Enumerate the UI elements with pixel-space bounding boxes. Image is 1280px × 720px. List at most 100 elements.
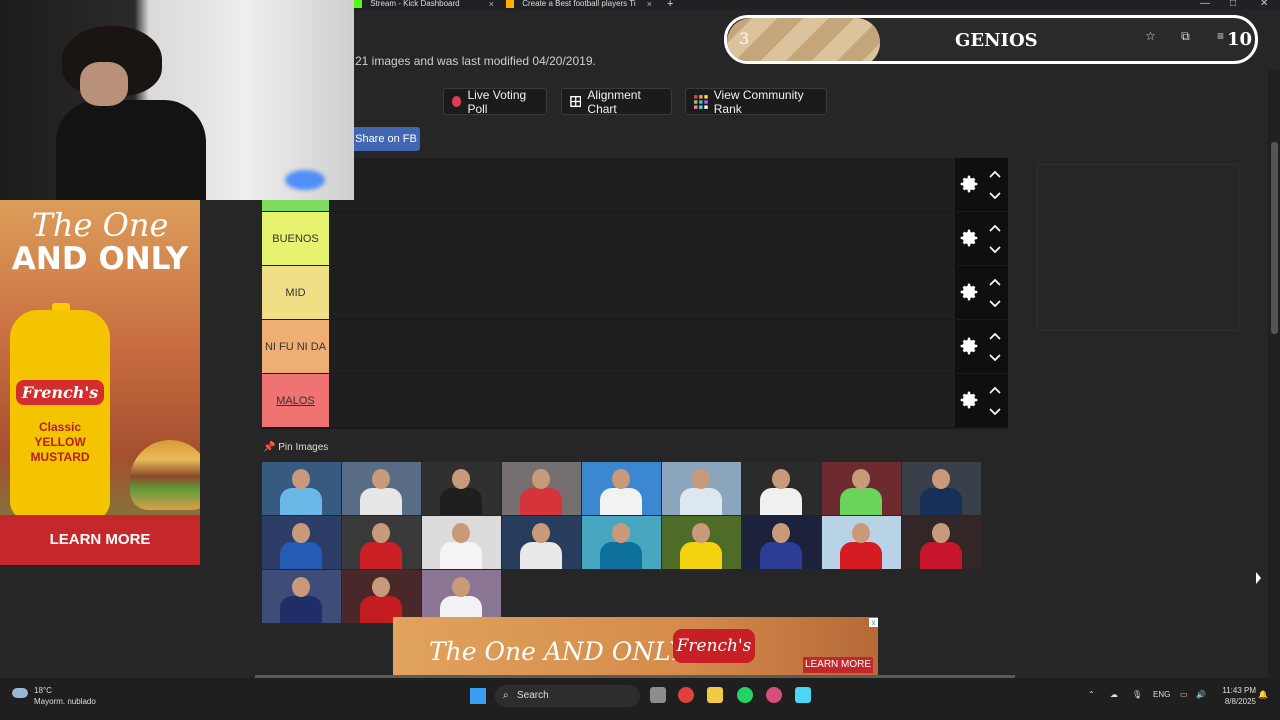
notification-bell-icon[interactable]: 🔔 — [1258, 690, 1268, 699]
whatsapp-icon[interactable] — [737, 687, 753, 703]
alignment-chart-label: Alignment Chart — [587, 87, 641, 116]
volume-icon[interactable]: 🔊 — [1196, 690, 1206, 699]
player-image-card[interactable] — [422, 516, 501, 569]
chevron-up-icon[interactable] — [989, 386, 1001, 394]
player-image-card[interactable] — [742, 462, 821, 515]
tiermaker-favicon-icon — [506, 0, 514, 8]
tray-chevron-icon[interactable]: ⌃ — [1088, 690, 1095, 699]
community-rank-button[interactable]: View Community Rank — [685, 87, 827, 116]
tier-drop-zone[interactable] — [329, 374, 955, 427]
player-image-card[interactable] — [902, 516, 981, 569]
player-image-card[interactable] — [582, 462, 661, 515]
player-image-card[interactable] — [662, 516, 741, 569]
new-tab-button[interactable]: + — [667, 0, 677, 10]
bottom-mustard-ad[interactable]: The One AND ONLY French's LEARN MORE — [393, 617, 878, 677]
tier-drop-zone[interactable] — [329, 320, 955, 373]
chevron-up-icon[interactable] — [989, 332, 1001, 340]
player-image-card[interactable] — [342, 516, 421, 569]
tab-kick-dashboard[interactable]: Stream - Kick Dashboard × — [354, 0, 494, 10]
wifi-icon[interactable]: ▭ — [1180, 690, 1188, 699]
scrollbar-thumb[interactable] — [1271, 142, 1278, 334]
tier-label[interactable]: BUENOS — [262, 212, 329, 265]
player-image-card[interactable] — [262, 516, 341, 569]
system-clock[interactable]: 11:43 PM 8/8/2025 — [1218, 685, 1256, 707]
gear-icon[interactable] — [959, 390, 979, 410]
mustard-ad[interactable]: The One AND ONLY French's Classic YELLOW… — [0, 200, 200, 565]
player-image-card[interactable] — [502, 516, 581, 569]
gear-icon[interactable] — [959, 174, 979, 194]
player-image-card[interactable] — [262, 570, 341, 623]
maximize-button[interactable]: □ — [1230, 0, 1236, 9]
chevron-down-icon[interactable] — [989, 300, 1001, 308]
chrome-icon[interactable] — [678, 687, 694, 703]
gear-icon[interactable] — [959, 228, 979, 248]
player-image-card[interactable] — [262, 462, 341, 515]
player-image-card[interactable] — [822, 462, 901, 515]
player-image-card[interactable] — [742, 516, 821, 569]
windows-start-icon[interactable] — [470, 688, 486, 704]
gear-icon[interactable] — [959, 336, 979, 356]
player-image-card[interactable] — [342, 570, 421, 623]
tier-drop-zone[interactable] — [329, 158, 955, 211]
menu-icon[interactable]: ≡ — [1217, 29, 1224, 43]
chevron-up-icon[interactable] — [989, 224, 1001, 232]
player-head — [932, 469, 950, 489]
player-head — [292, 577, 310, 597]
microphone-icon[interactable]: 🎙 — [1132, 690, 1142, 699]
close-button[interactable]: ✕ — [1260, 0, 1268, 9]
obs-icon[interactable] — [795, 687, 811, 703]
player-image-card[interactable] — [342, 462, 421, 515]
player-shirt — [280, 542, 322, 569]
ad-cta-button[interactable]: LEARN MORE — [0, 515, 200, 565]
player-image-card[interactable] — [662, 462, 741, 515]
pin-images-text: Pin Images — [278, 442, 329, 453]
alignment-chart-button[interactable]: Alignment Chart — [561, 87, 672, 116]
player-shirt — [440, 488, 482, 515]
share-on-facebook-button[interactable]: Share on FB — [352, 127, 420, 151]
close-tab-icon[interactable]: × — [489, 0, 494, 9]
player-head — [612, 469, 630, 489]
player-image-card[interactable] — [422, 570, 501, 623]
tier-row: BUENOS — [262, 212, 1008, 265]
tab-tier-maker[interactable]: Create a Best football players Ti × — [506, 0, 652, 10]
pin-images-label[interactable]: 📌 Pin Images — [263, 442, 328, 453]
chevron-up-icon[interactable] — [989, 278, 1001, 286]
community-rank-label: View Community Rank — [713, 87, 804, 116]
chevron-down-icon[interactable] — [989, 192, 1001, 200]
tier-label[interactable]: MID — [262, 266, 329, 319]
ad-close-icon[interactable]: x — [869, 618, 878, 627]
file-explorer-icon[interactable] — [707, 687, 723, 703]
chevron-down-icon[interactable] — [989, 354, 1001, 362]
player-shirt — [840, 542, 882, 569]
chevron-down-icon[interactable] — [989, 246, 1001, 254]
player-image-bank — [262, 462, 982, 623]
network-icon[interactable]: ☁ — [1110, 690, 1118, 699]
player-image-card[interactable] — [422, 462, 501, 515]
minimize-button[interactable]: — — [1200, 0, 1210, 9]
close-tab-icon[interactable]: × — [647, 0, 652, 9]
search-label: Search — [517, 690, 549, 701]
app-icon[interactable] — [766, 687, 782, 703]
weather-widget[interactable]: 18°C Mayorm. nublado — [34, 685, 96, 707]
tier-label[interactable]: MALOS — [262, 374, 329, 427]
language-indicator[interactable]: ENG — [1153, 690, 1170, 699]
weather-text: Mayorm. nublado — [34, 697, 96, 706]
player-image-card[interactable] — [582, 516, 661, 569]
chevron-up-icon[interactable] — [989, 170, 1001, 178]
task-view-icon[interactable] — [650, 687, 666, 703]
player-image-card[interactable] — [502, 462, 581, 515]
player-head — [692, 523, 710, 543]
bottom-ad-cta[interactable]: LEARN MORE — [803, 657, 873, 673]
player-image-card[interactable] — [822, 516, 901, 569]
player-image-card[interactable] — [902, 462, 981, 515]
kick-favicon-icon — [354, 0, 362, 8]
tier-drop-zone[interactable] — [329, 212, 955, 265]
taskbar-search-box[interactable]: ⌕ Search — [495, 685, 640, 707]
extension-icon[interactable]: ⧉ — [1181, 29, 1190, 43]
tier-drop-zone[interactable] — [329, 266, 955, 319]
chevron-down-icon[interactable] — [989, 408, 1001, 416]
gear-icon[interactable] — [959, 282, 979, 302]
star-icon[interactable]: ☆ — [1145, 29, 1156, 43]
live-voting-button[interactable]: Live Voting Poll — [443, 88, 547, 116]
tier-label[interactable]: NI FU NI DA — [262, 320, 329, 373]
